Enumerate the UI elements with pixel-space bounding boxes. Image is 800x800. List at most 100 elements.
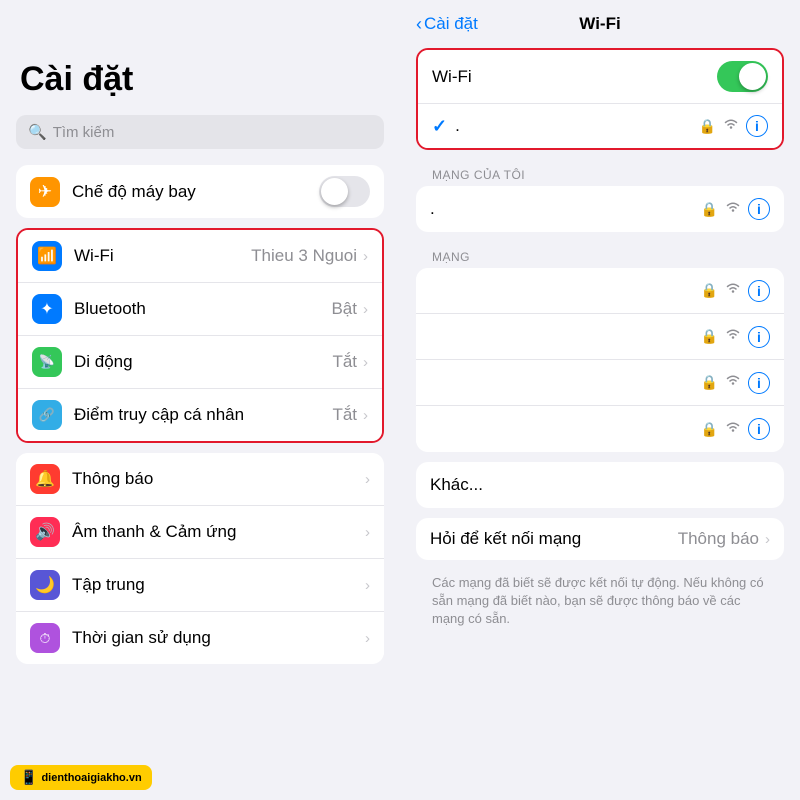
wifi-nav-bar: ‹ Cài đặt Wi-Fi <box>400 0 800 42</box>
right-panel: ‹ Cài đặt Wi-Fi Wi-Fi ✓ . 🔒 <box>400 0 800 800</box>
bluetooth-icon: ✦ <box>40 299 53 319</box>
wifi-value: Thieu 3 Nguoi <box>251 246 357 266</box>
airplane-toggle-track[interactable] <box>319 176 370 207</box>
settings-item-airplane[interactable]: ✈ Chế độ máy bay <box>16 165 384 218</box>
lock-icon-1: 🔒 <box>701 282 718 299</box>
watermark: 📱 dienthoaigiakho.vn <box>10 765 152 790</box>
notifications-label: Thông báo <box>72 469 363 489</box>
settings-item-screentime[interactable]: ⏱ Thời gian sử dụng › <box>16 612 384 664</box>
bell-icon: 🔔 <box>35 469 55 489</box>
other-networks-section-label: MẠNG <box>400 242 800 268</box>
wifi-signal-icon-1 <box>724 281 742 300</box>
ask-join-value: Thông báo <box>678 529 759 549</box>
settings-item-focus[interactable]: 🌙 Tập trung › <box>16 559 384 612</box>
other-network-icons-2: 🔒 i <box>701 326 770 348</box>
my-network-row[interactable]: . 🔒 i <box>416 186 784 232</box>
settings-title: Cài đặt <box>0 0 400 115</box>
screentime-chevron: › <box>365 630 370 647</box>
my-lock-icon: 🔒 <box>701 201 718 218</box>
settings-item-hotspot[interactable]: 🔗 Điểm truy cập cá nhân Tắt › <box>18 389 382 441</box>
nav-back-button[interactable]: ‹ Cài đặt <box>416 14 478 35</box>
connected-network-name: . <box>455 116 698 136</box>
airplane-label: Chế độ máy bay <box>72 182 319 202</box>
watermark-icon: 📱 <box>20 769 37 786</box>
other-network-row-4[interactable]: 🔒 i <box>416 406 784 452</box>
wifi-info-text: Các mạng đã biết sẽ được kết nối tự động… <box>400 570 800 645</box>
wifi-label: Wi-Fi <box>74 246 251 266</box>
airplane-toggle-knob <box>321 178 348 205</box>
hotspot-icon-wrap: 🔗 <box>32 400 62 430</box>
other-network-row-3[interactable]: 🔒 i <box>416 360 784 406</box>
my-network-name: . <box>430 199 701 219</box>
wifi-main-group: Wi-Fi ✓ . 🔒 i <box>416 48 784 150</box>
wifi-chevron: › <box>363 248 368 265</box>
other-network-row-1[interactable]: 🔒 i <box>416 268 784 314</box>
wifi-signal-icon-3 <box>724 373 742 392</box>
cellular-value: Tắt <box>332 352 357 372</box>
ask-join-label: Hỏi để kết nối mạng <box>430 529 678 549</box>
nav-title: Wi-Fi <box>579 14 620 34</box>
khac-label: Khác... <box>430 475 483 494</box>
wifi-icon: 📶 <box>37 246 57 266</box>
nav-back-label: Cài đặt <box>424 14 478 34</box>
search-placeholder: Tìm kiếm <box>53 124 115 141</box>
network-info-button-4[interactable]: i <box>748 418 770 440</box>
cellular-icon-wrap: 📡 <box>32 347 62 377</box>
sound-chevron: › <box>365 524 370 541</box>
ask-join-row[interactable]: Hỏi để kết nối mạng Thông báo › <box>416 518 784 560</box>
my-info-icon: i <box>757 201 761 217</box>
my-network-section-label: MẠNG CỦA TÔI <box>400 160 800 186</box>
settings-item-bluetooth[interactable]: ✦ Bluetooth Bật › <box>18 283 382 336</box>
connected-info-button[interactable]: i <box>746 115 768 137</box>
notifications-chevron: › <box>365 471 370 488</box>
hotspot-chevron: › <box>363 407 368 424</box>
ask-join-chevron: › <box>765 531 770 548</box>
info-icon: i <box>755 118 759 134</box>
sound-label: Âm thanh & Cảm ứng <box>72 522 363 542</box>
lock-icon-2: 🔒 <box>701 328 718 345</box>
settings-item-sound[interactable]: 🔊 Âm thanh & Cảm ứng › <box>16 506 384 559</box>
lock-icon: 🔒 <box>699 118 716 135</box>
search-icon: 🔍 <box>28 123 47 141</box>
wifi-toggle[interactable] <box>717 61 768 92</box>
wifi-toggle-knob <box>739 63 766 90</box>
other-network-row-2[interactable]: 🔒 i <box>416 314 784 360</box>
other-networks-button[interactable]: Khác... <box>416 462 784 508</box>
settings-item-wifi[interactable]: 📶 Wi-Fi Thieu 3 Nguoi › <box>18 230 382 283</box>
other-network-icons-3: 🔒 i <box>701 372 770 394</box>
cellular-icon: 📡 <box>39 354 55 370</box>
search-bar[interactable]: 🔍 Tìm kiếm <box>16 115 384 149</box>
connected-checkmark: ✓ <box>432 116 447 137</box>
ask-join-group: Hỏi để kết nối mạng Thông báo › <box>416 518 784 560</box>
settings-group-connectivity1: ✈ Chế độ máy bay <box>16 165 384 218</box>
focus-icon-wrap: 🌙 <box>30 570 60 600</box>
my-network-group: . 🔒 i <box>416 186 784 232</box>
lock-icon-4: 🔒 <box>701 421 718 438</box>
focus-chevron: › <box>365 577 370 594</box>
bluetooth-label: Bluetooth <box>74 299 331 319</box>
my-wifi-signal-icon <box>724 200 742 219</box>
settings-item-notifications[interactable]: 🔔 Thông báo › <box>16 453 384 506</box>
my-network-info-button[interactable]: i <box>748 198 770 220</box>
wifi-signal-icon <box>722 117 740 136</box>
airplane-toggle[interactable] <box>319 176 370 207</box>
lock-icon-3: 🔒 <box>701 374 718 391</box>
other-network-icons-1: 🔒 i <box>701 280 770 302</box>
connected-network-row[interactable]: ✓ . 🔒 i <box>418 104 782 148</box>
hotspot-value: Tắt <box>332 405 357 425</box>
sound-icon-wrap: 🔊 <box>30 517 60 547</box>
network-info-button-3[interactable]: i <box>748 372 770 394</box>
sound-icon: 🔊 <box>35 522 55 542</box>
network-info-button-1[interactable]: i <box>748 280 770 302</box>
screentime-label: Thời gian sử dụng <box>72 628 363 648</box>
settings-item-cellular[interactable]: 📡 Di động Tắt › <box>18 336 382 389</box>
cellular-chevron: › <box>363 354 368 371</box>
network-info-button-2[interactable]: i <box>748 326 770 348</box>
notifications-icon-wrap: 🔔 <box>30 464 60 494</box>
back-chevron-icon: ‹ <box>416 14 422 35</box>
wifi-signal-icon-4 <box>724 420 742 439</box>
wifi-toggle-row[interactable]: Wi-Fi <box>418 50 782 104</box>
watermark-text: dienthoaigiakho.vn <box>41 772 141 784</box>
airplane-icon-wrap: ✈ <box>30 177 60 207</box>
settings-group-general: 🔔 Thông báo › 🔊 Âm thanh & Cảm ứng › 🌙 T… <box>16 453 384 664</box>
